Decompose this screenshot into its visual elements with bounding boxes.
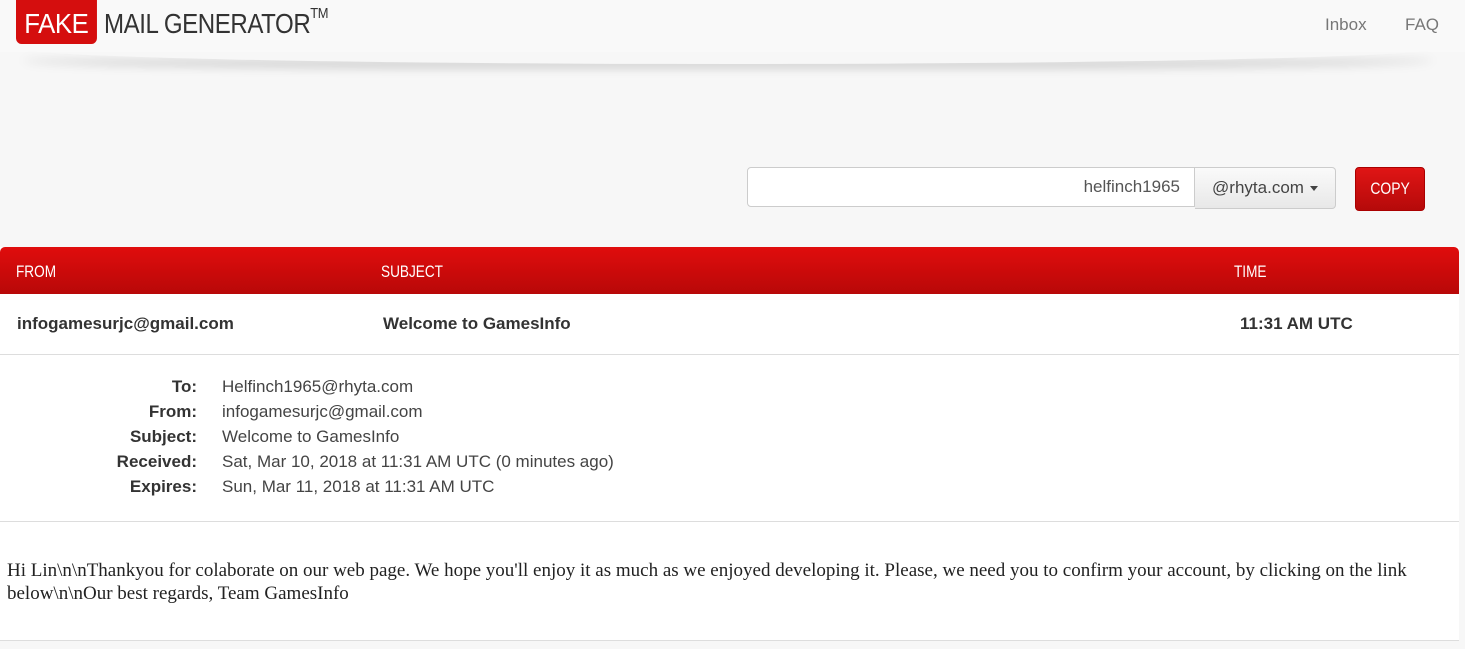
nav-faq-link[interactable]: FAQ: [1405, 15, 1439, 35]
meta-from: From: infogamesurjc@gmail.com: [0, 402, 900, 427]
column-header-from: FROM: [16, 262, 57, 281]
meta-to: To: Helfinch1965@rhyta.com: [0, 377, 900, 402]
meta-expires-label: Expires:: [129, 477, 197, 496]
copy-button-label: COPY: [1370, 179, 1410, 198]
meta-subject: Subject: Welcome to GamesInfo: [0, 427, 900, 452]
row-time: 11:31 AM UTC: [1240, 314, 1353, 333]
mail-panel: FROM SUBJECT TIME infogamesurjc@gmail.co…: [0, 247, 1459, 641]
row-subject: Welcome to GamesInfo: [383, 314, 571, 333]
message-meta: To: Helfinch1965@rhyta.com From: infogam…: [0, 355, 1459, 522]
table-row[interactable]: infogamesurjc@gmail.com Welcome to Games…: [0, 294, 1459, 355]
copy-button[interactable]: COPY: [1355, 167, 1425, 211]
meta-subject-value: Welcome to GamesInfo: [222, 427, 400, 446]
row-from: infogamesurjc@gmail.com: [17, 314, 234, 333]
table-header: FROM SUBJECT TIME: [0, 247, 1459, 294]
logo-trademark: TM: [309, 5, 328, 22]
navbar-shadow: [18, 48, 1438, 64]
caret-down-icon: [1309, 185, 1318, 191]
meta-to-label: To:: [171, 377, 197, 396]
logo-text: MAIL GENERATORTM: [104, 0, 328, 48]
nav-inbox-link[interactable]: Inbox: [1325, 15, 1367, 35]
top-navbar: FAKE MAIL GENERATORTM Inbox FAQ: [0, 0, 1465, 52]
logo-fake-badge: FAKE: [16, 0, 97, 44]
column-header-time: TIME: [1234, 262, 1267, 281]
username-input[interactable]: [747, 167, 1195, 207]
meta-received-label: Received:: [116, 452, 197, 471]
meta-expires: Expires: Sun, Mar 11, 2018 at 11:31 AM U…: [0, 477, 900, 502]
message-body: Hi Lin\n\nThankyou for colaborate on our…: [7, 560, 1407, 604]
site-logo[interactable]: FAKE MAIL GENERATORTM: [16, 0, 364, 46]
logo-text-main: MAIL GENERATOR: [103, 8, 311, 39]
meta-from-label: From:: [148, 402, 197, 421]
meta-expires-value: Sun, Mar 11, 2018 at 11:31 AM UTC: [222, 477, 495, 496]
meta-received: Received: Sat, Mar 10, 2018 at 11:31 AM …: [0, 452, 900, 477]
column-header-subject: SUBJECT: [381, 262, 443, 281]
meta-to-value: Helfinch1965@rhyta.com: [222, 377, 414, 396]
meta-subject-label: Subject:: [129, 427, 197, 446]
email-address-group: @rhyta.com: [747, 167, 1336, 209]
domain-dropdown[interactable]: @rhyta.com: [1195, 167, 1336, 209]
meta-received-value: Sat, Mar 10, 2018 at 11:31 AM UTC (0 min…: [222, 452, 614, 471]
meta-from-value: infogamesurjc@gmail.com: [222, 402, 423, 421]
domain-label: @rhyta.com: [1212, 178, 1304, 197]
